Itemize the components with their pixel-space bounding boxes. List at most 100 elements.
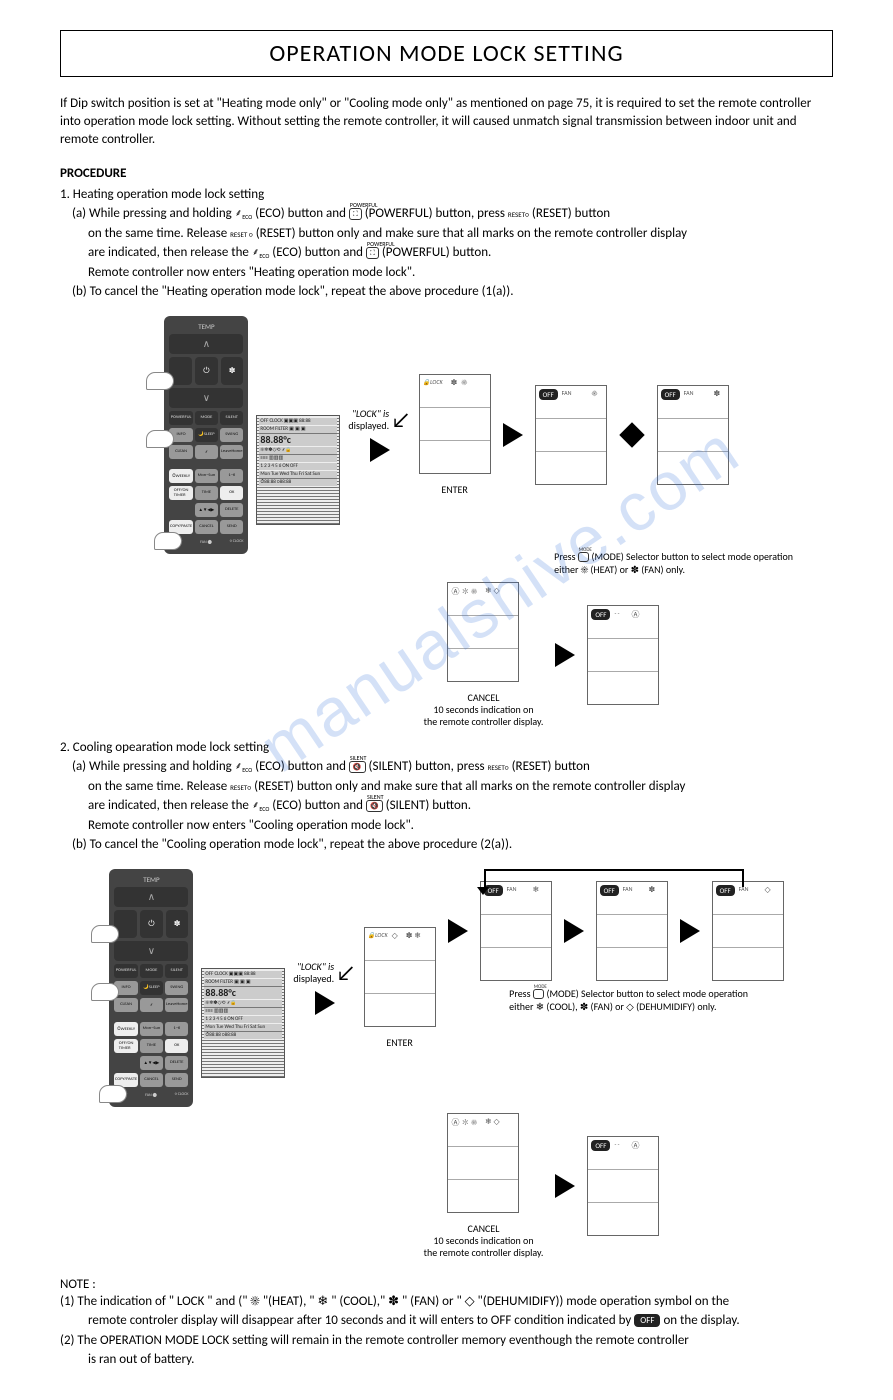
reset-label-icon: RESET○: [488, 763, 509, 772]
off-badge-icon: OFF: [634, 1314, 660, 1327]
off-on-timer-button: OFF/ONTIMER: [114, 1039, 137, 1053]
send-button: SEND: [220, 520, 243, 534]
lcd-screen-cool: OFF FAN❄: [480, 881, 552, 981]
text: (RESET) button only and make sure that a…: [254, 779, 685, 794]
eco-icon: ⸙ECO: [235, 759, 252, 772]
pointing-hand-icon: [99, 1085, 127, 1103]
text: (POWERFUL) button.: [382, 245, 492, 260]
reset-label-icon: RESET○: [508, 210, 529, 219]
power-button: ⏻: [140, 910, 163, 938]
fan-key-label: FAN ⬤: [145, 1092, 157, 1098]
mode-button-icon: [533, 989, 544, 999]
loop-arrow-icon: [484, 869, 744, 887]
intro-text: If Dip switch position is set at "Heatin…: [60, 95, 833, 150]
text: on the same time. Release: [88, 779, 227, 794]
spacer: [169, 503, 192, 517]
text: (ECO) button and: [272, 245, 363, 260]
pointing-hand-icon: [146, 372, 174, 390]
note-1: (1) The indication of " LOCK " and (" ☀ …: [60, 1292, 833, 1312]
text: (ECO) button and: [255, 759, 346, 774]
temp-down-button: ∨: [114, 941, 188, 961]
reset-label-icon: RESET○: [230, 783, 251, 792]
heating-step-a: (a) While pressing and holding ⸙ECO (ECO…: [60, 204, 833, 224]
monsun-button: Mon~Sun: [195, 469, 218, 483]
cancel-button: CANCEL: [140, 1073, 163, 1087]
text: (ECO) button and: [255, 206, 346, 221]
swing-button: SWING: [165, 981, 188, 995]
leavehome-button: LeaveHome: [220, 445, 243, 459]
pointing-hand-icon: [91, 983, 119, 1001]
text: are indicated, then release the: [88, 798, 249, 813]
heating-diagram: TEMP ∧ ⏻ ✽ ∨ POWERFULMODESILENT INFO🌙SLE…: [60, 316, 833, 728]
cooling-diagram: TEMP ∧ ⏻ ✽ ∨ POWERFULMODESILENT INFO🌙SLE…: [60, 869, 833, 1259]
lcd-screen-lock: 🔒LOCK✽☀: [419, 374, 491, 474]
cooling-a-line4: Remote controller now enters "Cooling op…: [60, 816, 833, 836]
silent-button: SILENT: [220, 411, 243, 425]
lock-displayed-label: "LOCK" is displayed.: [293, 961, 334, 985]
text: (POWERFUL) button, press: [365, 206, 505, 221]
lcd-screen-lock: 🔒LOCK ◇✽ ❄: [364, 927, 436, 1027]
temp-down-button: ∨: [169, 388, 243, 408]
weekly-button: ⏱WEEKLY: [114, 1022, 137, 1036]
time-button: TIME: [195, 486, 218, 500]
mode-note-heating: Press (MODE) Selector button to select m…: [554, 550, 793, 576]
mode-note-cooling: Press (MODE) Selector button to select m…: [509, 987, 748, 1013]
cooling-a-line2: on the same time. Release RESET○ (RESET)…: [60, 777, 833, 797]
lcd-screen-fan: OFF FAN✽: [657, 385, 729, 485]
arrow-right-icon: [315, 991, 335, 1015]
lcd-screen-heat: OFF FAN☀: [535, 385, 607, 485]
fan-key-label: FAN ⬤: [200, 539, 212, 545]
temp-label: TEMP: [114, 875, 188, 884]
lcd-screen-cancel: Ⓐ ✽ ☀❄ ◇: [447, 582, 519, 682]
clock-hole: ○ CLOCK: [175, 1092, 189, 1098]
off-on-timer-button: OFF/ONTIMER: [169, 486, 192, 500]
eco-button: ⸙: [140, 998, 163, 1012]
eco-icon: ⸙ECO: [252, 245, 269, 258]
time-button: TIME: [140, 1039, 163, 1053]
arrow-right-icon: [564, 919, 584, 943]
nav-button: ▲▼◀▶: [140, 1056, 163, 1070]
lcd-screen-off: OFF - -Ⓐ: [587, 1136, 659, 1236]
lcd-screen-dehum: OFF FAN◇: [712, 881, 784, 981]
mode-button-icon: [578, 552, 589, 562]
mode-button: MODE: [195, 411, 218, 425]
power-button: ⏻: [195, 357, 218, 385]
lock-displayed-label: "LOCK" is displayed.: [348, 408, 389, 432]
arrow-diamond-icon: [619, 422, 644, 447]
spacer: [114, 1056, 137, 1070]
heating-a-line3: are indicated, then release the ⸙ECO (EC…: [60, 243, 833, 263]
note-heading: NOTE :: [60, 1277, 833, 1292]
swing-button: SWING: [220, 428, 243, 442]
curved-arrow-icon: ↘: [336, 962, 355, 984]
text: (SILENT) button, press: [369, 759, 485, 774]
lcd-screen-fan: OFF FAN✽: [596, 881, 668, 981]
note-2a: (2) The OPERATION MODE LOCK setting will…: [60, 1331, 833, 1351]
heating-a-line2: on the same time. Release RESET ○ (RESET…: [60, 224, 833, 244]
lcd-screen-off: OFF - -Ⓐ: [587, 605, 659, 705]
remote-controller: TEMP ∧ ⏻ ✽ ∨ POWERFULMODESILENT INFO🌙SLE…: [109, 869, 193, 1107]
ok-button: OK: [220, 486, 243, 500]
clean-button: CLEAN: [114, 998, 137, 1012]
clean-button: CLEAN: [169, 445, 192, 459]
delete-button: DELETE: [220, 503, 243, 517]
text: on the same time. Release: [88, 226, 227, 241]
text: are indicated, then release the: [88, 245, 249, 260]
powerful-button-icon: ⛶POWERFUL: [366, 247, 379, 260]
remote-controller: TEMP ∧ ⏻ ✽ ∨ POWERFULMODESILENT INFO🌙SLE…: [164, 316, 248, 554]
heating-heading: 1. Heating operation mode lock setting: [60, 185, 833, 205]
reset-label-icon: RESET ○: [230, 230, 253, 239]
temp-up-button: ∧: [169, 334, 243, 354]
silent-button-icon: 🔇SILENT: [366, 800, 383, 813]
text: (RESET) button: [512, 759, 590, 774]
powerful-button: POWERFUL: [114, 964, 137, 978]
lcd-screen-cancel: Ⓐ ✽ ☀❄ ◇: [447, 1113, 519, 1213]
powerful-button-icon: ⛶POWERFUL: [349, 208, 362, 221]
arrow-right-icon: [555, 1174, 575, 1198]
text: (ECO) button and: [272, 798, 363, 813]
cooling-heading: 2. Cooling opearation mode lock setting: [60, 738, 833, 758]
sleep-button: 🌙SLEEP: [140, 981, 163, 995]
procedure-heading: PROCEDURE: [60, 166, 833, 181]
silent-button: SILENT: [165, 964, 188, 978]
eco-button: ⸙: [195, 445, 218, 459]
cancel-label: CANCEL 10 seconds indication on the remo…: [424, 692, 544, 728]
